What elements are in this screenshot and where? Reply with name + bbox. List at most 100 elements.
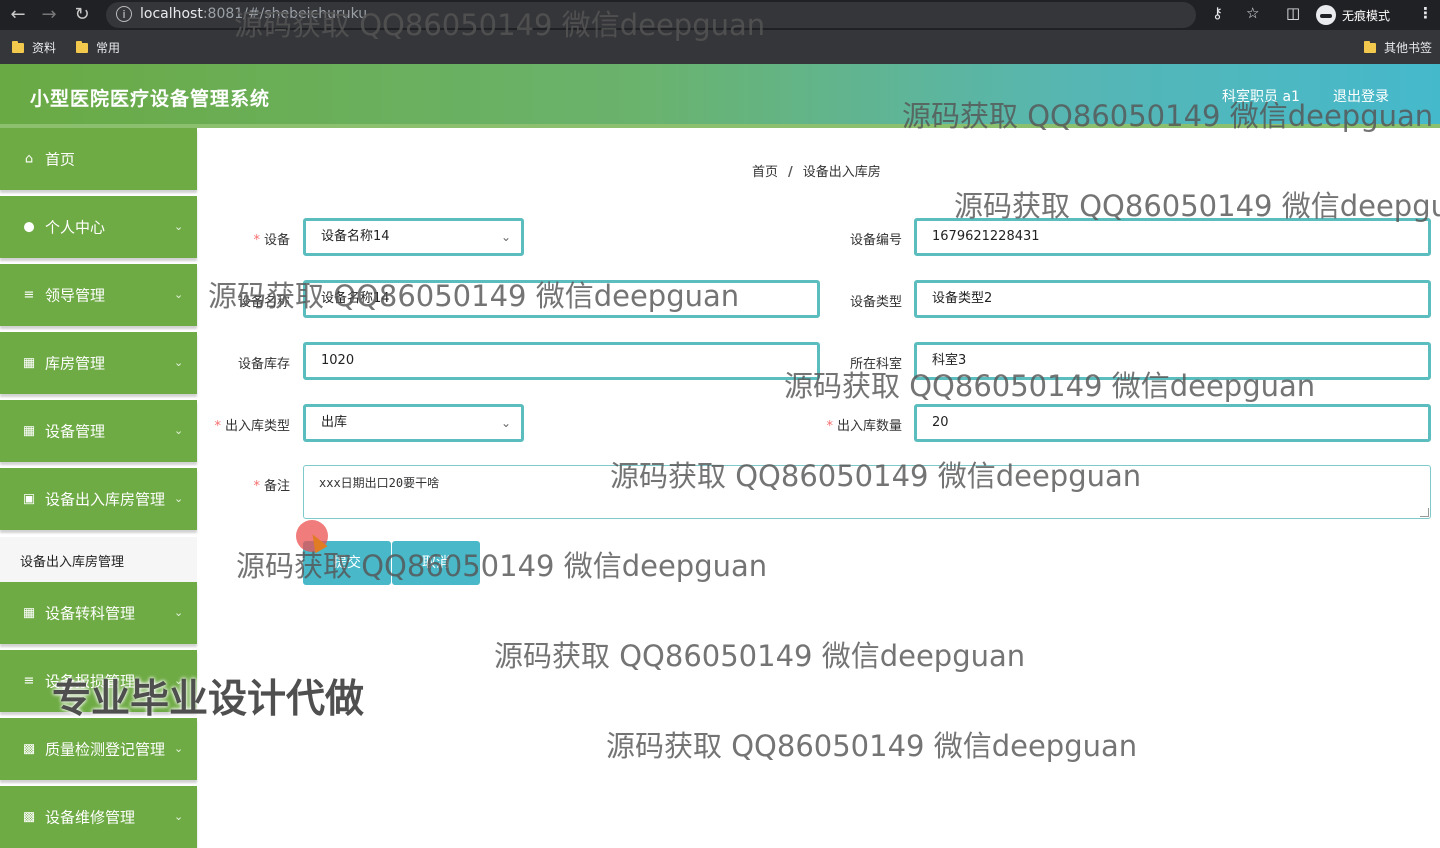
folder-icon — [1364, 40, 1376, 53]
chart-icon: ▩ — [22, 741, 36, 757]
device-stock-input[interactable]: 1020 — [303, 342, 820, 380]
sidebar-item-label: 设备转科管理 — [45, 604, 136, 623]
sidebar-item-leaders[interactable]: ≡ 领导管理 ⌄ — [0, 264, 197, 326]
bookmarks-bar: 资料 常用 其他书签 — [0, 30, 1440, 64]
sidebar-item-label: 设备维修管理 — [45, 808, 136, 827]
device-type-input[interactable]: 设备类型2 — [914, 280, 1431, 318]
sidebar-item-home[interactable]: ⌂ 首页 — [0, 128, 197, 190]
grid-icon: ▦ — [22, 355, 36, 371]
incognito-indicator[interactable]: 无痕模式 — [1316, 3, 1390, 27]
folder-icon — [12, 40, 24, 53]
url-host: localhost — [140, 6, 203, 22]
sidebar-item-transfer[interactable]: ▦ 设备转科管理 ⌄ — [0, 582, 197, 644]
device-name-label: 设备名称 — [237, 295, 290, 310]
inout-type-select[interactable]: 出库 ⌄ — [303, 404, 524, 442]
chart-icon: ▩ — [22, 809, 36, 825]
inout-qty-input[interactable]: 20 — [914, 404, 1431, 442]
inout-type-label: * 出入库类型 — [214, 419, 290, 434]
inout-qty-label: * 出入库数量 — [826, 419, 902, 434]
breadcrumb: 首页 / 设备出入库房 — [752, 161, 881, 180]
user-icon: ● — [23, 219, 35, 235]
device-select[interactable]: 设备名称14 ⌄ — [303, 218, 524, 256]
watermark: 源码获取 QQ86050149 微信deepguan — [494, 639, 1026, 673]
chevron-down-icon: ⌄ — [174, 809, 184, 823]
chevron-down-icon: ⌄ — [174, 423, 184, 437]
chevron-down-icon: ⌄ — [174, 605, 184, 619]
sidepanel-icon[interactable]: ◫ — [1286, 4, 1300, 22]
current-user: 科室职员 a1 — [1222, 89, 1300, 105]
device-label: * 设备 — [253, 233, 290, 248]
logout-link[interactable]: 退出登录 — [1333, 86, 1389, 106]
star-icon[interactable]: ☆ — [1246, 4, 1259, 22]
browser-toolbar: ← → ↻ i localhost:8081/#/shebeichuruku ⚷… — [0, 0, 1440, 30]
submenu-label: 设备出入库房管理 — [20, 555, 125, 570]
back-icon[interactable]: ← — [6, 3, 30, 27]
device-name-input[interactable]: 设备名称14 — [303, 280, 820, 318]
incognito-icon — [1316, 5, 1336, 25]
home-icon: ⌂ — [24, 151, 34, 167]
submenu-item-device-inout[interactable]: 设备出入库房管理 — [0, 537, 197, 583]
sidebar-item-warehouse[interactable]: ▦ 库房管理 ⌄ — [0, 332, 197, 394]
chevron-down-icon: ⌄ — [174, 287, 184, 301]
other-bookmarks[interactable]: 其他书签 — [1364, 39, 1432, 56]
incognito-label: 无痕模式 — [1342, 8, 1391, 23]
grid-icon: ▦ — [22, 605, 36, 621]
sidebar-item-label: 个人中心 — [45, 218, 106, 237]
watermark: 源码获取 QQ86050149 微信deepguan — [606, 729, 1138, 763]
chevron-down-icon: ⌄ — [174, 219, 184, 233]
inout-type-value: 出库 — [321, 415, 348, 430]
chevron-down-icon: ⌄ — [174, 741, 184, 755]
sidebar-item-label: 设备管理 — [45, 422, 106, 441]
chevron-down-icon: ⌄ — [174, 491, 184, 505]
resize-handle-icon[interactable] — [1420, 508, 1429, 517]
sidebar-item-device-inout[interactable]: ▣ 设备出入库房管理 ⌄ — [0, 468, 197, 530]
menu-icon: ≡ — [23, 287, 35, 303]
sliders-icon: ≡ — [23, 673, 35, 689]
site-info-icon[interactable]: i — [116, 6, 132, 22]
sidebar-item-label: 领导管理 — [45, 286, 106, 305]
chevron-down-icon: ⌄ — [500, 230, 511, 244]
folder-icon — [76, 40, 88, 53]
remark-value: xxx日期出口20要干啥 — [319, 476, 440, 490]
bookmark-label: 资料 — [32, 41, 57, 55]
breadcrumb-home[interactable]: 首页 — [752, 165, 778, 180]
url-path: :8081/#/shebeichuruku — [202, 6, 368, 22]
cancel-button[interactable]: 取消 — [392, 541, 480, 585]
sidebar-item-profile[interactable]: ● 个人中心 ⌄ — [0, 196, 197, 258]
sidebar-item-devices[interactable]: ▦ 设备管理 ⌄ — [0, 400, 197, 462]
bookmark-folder-2[interactable]: 常用 — [76, 39, 120, 56]
breadcrumb-current: 设备出入库房 — [802, 165, 881, 180]
promo-watermark: 专业毕业设计代做 — [52, 677, 365, 722]
device-code-label: 设备编号 — [849, 233, 902, 248]
grid-icon: ▦ — [22, 423, 36, 439]
briefcase-icon: ▣ — [22, 491, 36, 507]
device-select-value: 设备名称14 — [321, 229, 390, 244]
sidebar-item-repair[interactable]: ▩ 设备维修管理 ⌄ — [0, 786, 197, 848]
header-divider — [0, 124, 1440, 128]
device-code-input[interactable]: 1679621228431 — [914, 218, 1431, 256]
bookmark-label: 常用 — [96, 41, 121, 55]
bookmark-label: 其他书签 — [1384, 41, 1433, 55]
app-title: 小型医院医疗设备管理系统 — [30, 88, 271, 110]
remark-textarea[interactable]: xxx日期出口20要干啥 — [303, 465, 1431, 519]
app-header: 小型医院医疗设备管理系统 科室职员 a1 退出登录 — [0, 64, 1440, 126]
department-label: 所在科室 — [849, 357, 902, 372]
device-stock-label: 设备库存 — [237, 357, 290, 372]
sidebar-item-label: 首页 — [45, 150, 76, 169]
address-bar[interactable]: i localhost:8081/#/shebeichuruku — [106, 2, 1196, 28]
more-menu-icon[interactable]: ⋮ — [1418, 4, 1433, 22]
department-input[interactable]: 科室3 — [914, 342, 1431, 380]
sidebar-item-label: 库房管理 — [45, 354, 106, 373]
device-type-label: 设备类型 — [849, 295, 902, 310]
sidebar-item-label: 设备出入库房管理 — [45, 490, 166, 509]
reload-icon[interactable]: ↻ — [70, 3, 94, 27]
forward-icon[interactable]: → — [37, 3, 61, 27]
breadcrumb-separator: / — [788, 165, 793, 180]
sidebar-item-label: 质量检测登记管理 — [45, 740, 166, 759]
bookmark-folder-1[interactable]: 资料 — [12, 39, 56, 56]
sidebar-item-quality[interactable]: ▩ 质量检测登记管理 ⌄ — [0, 718, 197, 780]
key-icon[interactable]: ⚷ — [1212, 4, 1223, 22]
chevron-down-icon: ⌄ — [174, 355, 184, 369]
chevron-down-icon: ⌄ — [500, 416, 511, 430]
remark-label: * 备注 — [253, 479, 290, 494]
